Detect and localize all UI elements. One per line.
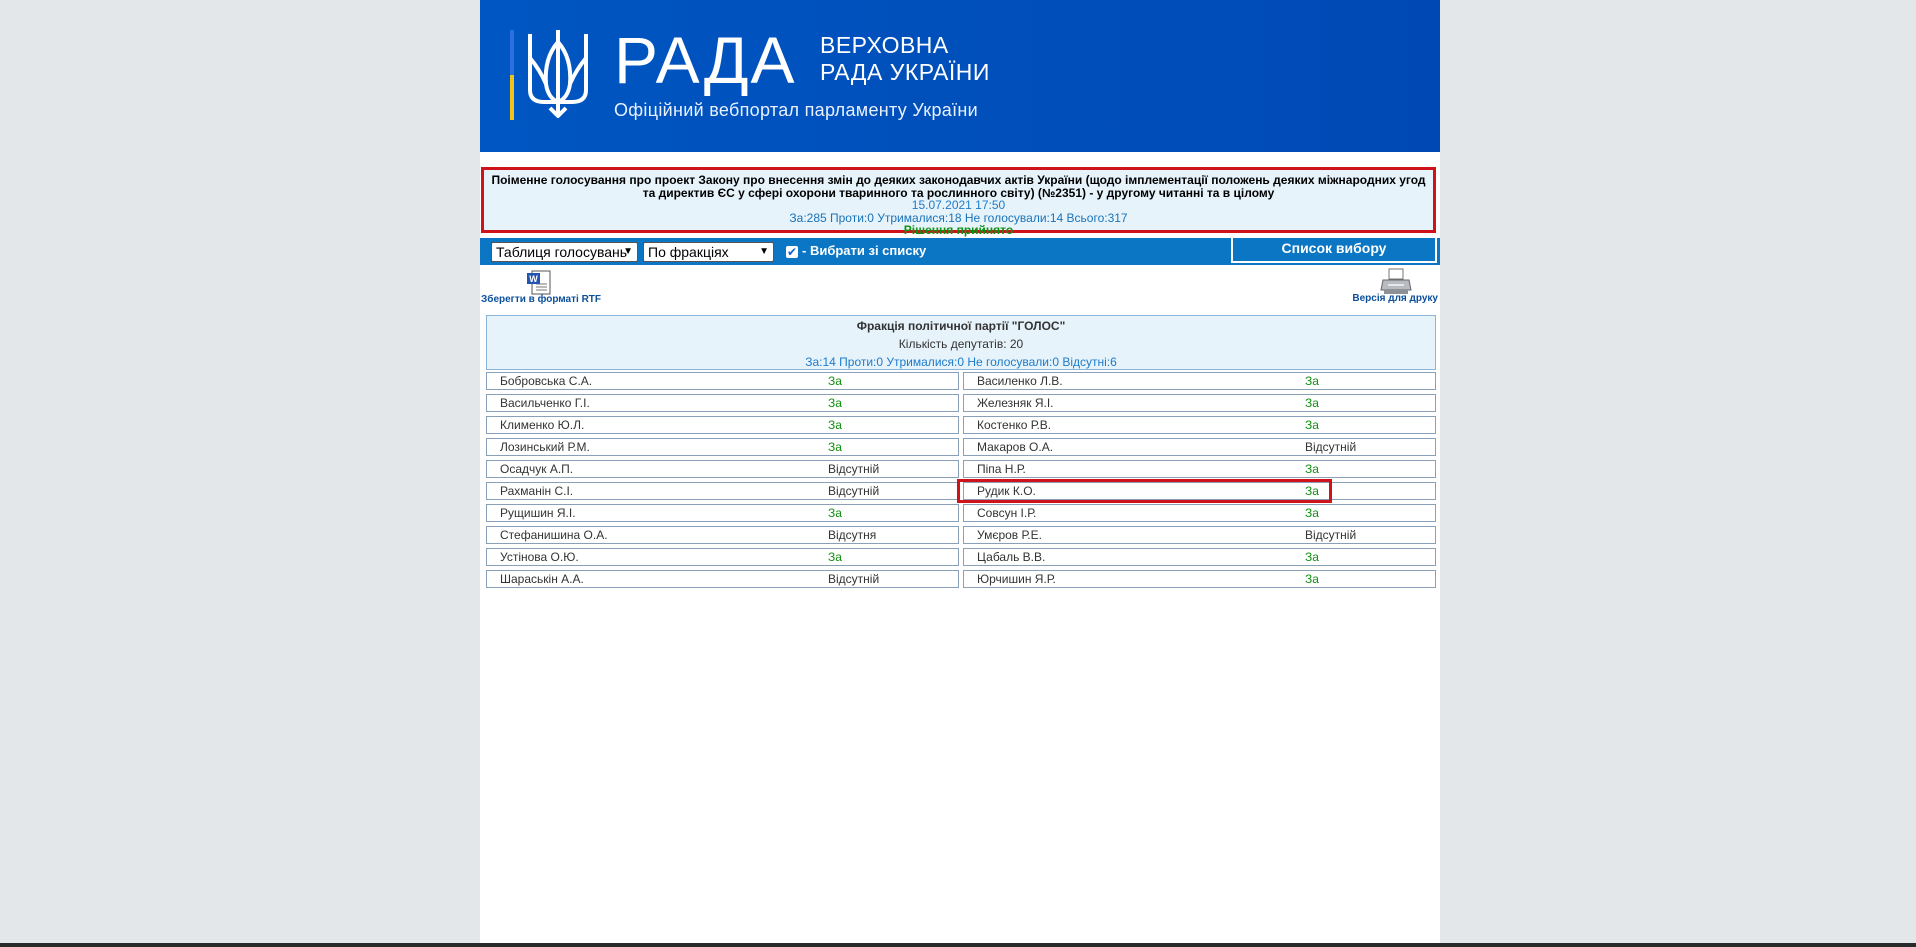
table-row: Макаров О.А. Відсутній [963,438,1436,456]
vote-result-cell: За [1305,506,1319,520]
vote-result-cell: Відсутній [1305,440,1357,454]
vote-result-cell: Відсутній [828,484,880,498]
table-row: Цабаль В.В. За [963,548,1436,566]
deputy-name: Юрчишин Я.Р. [977,572,1056,586]
vote-result-cell: За [828,506,842,520]
deputy-name: Умєров Р.Е. [977,528,1042,542]
chevron-down-icon: ▼ [759,246,769,257]
logo-title[interactable]: РАДА [614,20,797,100]
table-row: Лозинський Р.М. За [486,438,959,456]
choose-from-list-checkbox[interactable]: ✔ - Вибрати зі списку [786,243,926,258]
site-header: РАДА ВЕРХОВНА РАДА УКРАЇНИ Офіційний веб… [480,0,1440,152]
flag-stripe [510,30,514,120]
vote-result-cell: Відсутня [828,528,877,542]
vote-result-cell: За [828,550,842,564]
vote-result-cell: За [1305,374,1319,388]
vote-result-cell: Відсутній [828,572,880,586]
save-rtf-link[interactable]: Зберегти в форматі RTF [481,294,601,305]
deputy-name: Бобровська С.А. [500,374,593,388]
vote-result: Рішення прийнято [903,223,1014,237]
view-select[interactable]: Таблиця голосувань ▼ [491,242,638,262]
deputy-name: Рудик К.О. [977,484,1036,498]
table-row: Устінова О.Ю. За [486,548,959,566]
table-row: Шараськін А.А. Відсутній [486,570,959,588]
group-select-value: По фракціях [648,244,729,260]
faction-name: Фракція політичної партії "ГОЛОС" [856,319,1066,333]
table-row: Василенко Л.В. За [963,372,1436,390]
table-row: Стефанишина О.А. Відсутня [486,526,959,544]
table-row: Железняк Я.І. За [963,394,1436,412]
table-row: Піпа Н.Р. За [963,460,1436,478]
word-document-icon[interactable]: W [526,270,554,296]
group-select[interactable]: По фракціях ▼ [643,242,774,262]
table-row: Осадчук А.П. Відсутній [486,460,959,478]
vote-result-cell: За [1305,572,1319,586]
vote-title: Поіменне голосування про проект Закону п… [491,173,1426,200]
page-container: РАДА ВЕРХОВНА РАДА УКРАЇНИ Офіційний веб… [480,0,1440,943]
checkmark-icon[interactable]: ✔ [786,246,798,258]
table-row: Совсун І.Р. За [963,504,1436,522]
site-tagline: Офіційний вебпортал парламенту України [614,100,978,120]
choose-from-list-label: - Вибрати зі списку [802,243,927,258]
faction-stats: За:14 Проти:0 Утрималися:0 Не голосували… [805,355,1117,369]
deputy-name: Рущишин Я.І. [500,506,576,520]
deputy-name: Стефанишина О.А. [500,528,608,542]
table-row: Умєров Р.Е. Відсутній [963,526,1436,544]
deputy-name: Костенко Р.В. [977,418,1052,432]
vote-result-cell: За [828,396,842,410]
deputy-name: Рахманін С.І. [500,484,574,498]
printer-icon[interactable] [1380,268,1412,296]
faction-deputy-count: Кількість депутатів: 20 [898,337,1024,351]
vote-result-cell: Відсутній [1305,528,1357,542]
deputy-name: Железняк Я.І. [977,396,1054,410]
deputy-name: Макаров О.А. [977,440,1054,454]
selection-list-button[interactable]: Список вибору [1231,238,1437,263]
deputy-name: Піпа Н.Р. [977,462,1026,476]
vote-result-cell: За [1305,462,1319,476]
vote-result-cell: За [1305,484,1319,498]
table-row: Юрчишин Я.Р. За [963,570,1436,588]
table-row: Рахманін С.І. Відсутній [486,482,959,500]
deputy-name: Клименко Ю.Л. [500,418,585,432]
deputy-name: Лозинський Р.М. [500,440,590,454]
table-row: Рущишин Я.І. За [486,504,959,522]
vote-result-cell: За [1305,396,1319,410]
deputy-name: Василенко Л.В. [977,374,1063,388]
deputy-name: Васильченко Г.І. [500,396,590,410]
faction-summary: Фракція політичної партії "ГОЛОС" Кількі… [486,315,1436,370]
vote-result-cell: Відсутній [828,462,880,476]
svg-text:W: W [529,274,538,284]
bottom-bar [0,943,1916,947]
deputy-name: Шараськін А.А. [500,572,584,586]
deputy-name: Устінова О.Ю. [500,550,579,564]
filter-toolbar: Таблиця голосувань ▼ По фракціях ▼ ✔ - Ви… [480,238,1440,265]
logo-subtitle-line1: ВЕРХОВНА [820,32,949,58]
vote-info-box: Поіменне голосування про проект Закону п… [481,167,1436,236]
table-row: Бобровська С.А. За [486,372,959,390]
trident-emblem-icon[interactable] [524,28,592,120]
vote-datetime: 15.07.2021 17:50 [911,198,1006,212]
deputy-name: Осадчук А.П. [500,462,574,476]
vote-result-cell: За [1305,550,1319,564]
chevron-down-icon: ▼ [623,246,633,257]
view-select-value: Таблиця голосувань [496,244,628,260]
logo-subtitle[interactable]: ВЕРХОВНА РАДА УКРАЇНИ [820,32,990,86]
vote-result-cell: За [828,374,842,388]
print-version-link[interactable]: Версія для друку [1352,293,1438,304]
vote-result-cell: За [828,418,842,432]
deputy-name: Совсун І.Р. [977,506,1037,520]
logo-subtitle-line2: РАДА УКРАЇНИ [820,59,990,85]
deputy-name: Цабаль В.В. [977,550,1046,564]
vote-result-cell: За [1305,418,1319,432]
vote-result-cell: За [828,440,842,454]
table-row: Костенко Р.В. За [963,416,1436,434]
table-row: Клименко Ю.Л. За [486,416,959,434]
table-row: Васильченко Г.І. За [486,394,959,412]
table-row: Рудик К.О. За [963,482,1436,500]
